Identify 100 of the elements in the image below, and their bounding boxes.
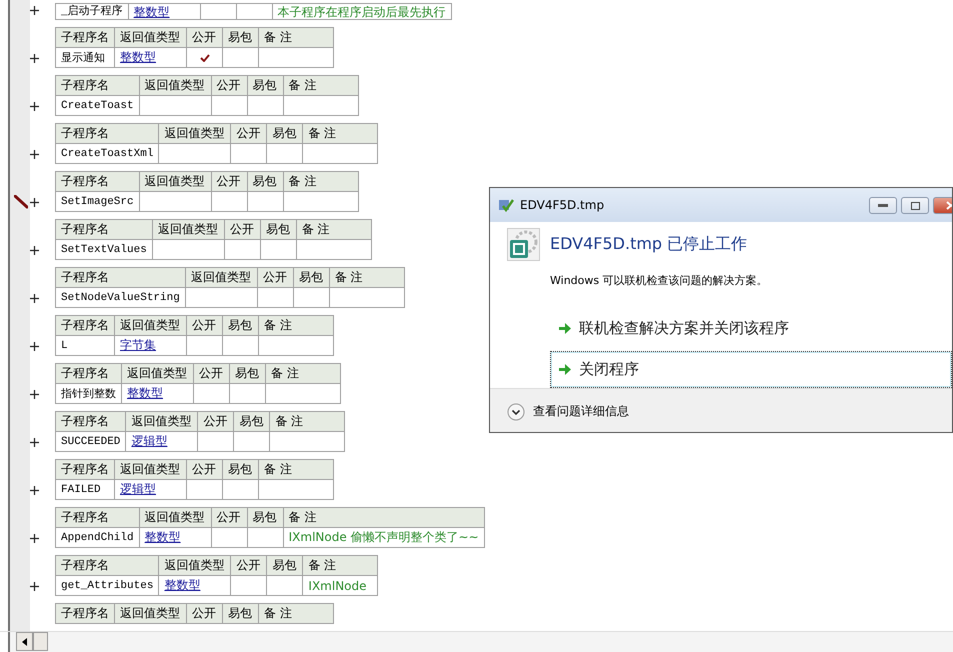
- column-header: 易包: [247, 172, 284, 192]
- scroll-left-button[interactable]: [16, 632, 33, 651]
- column-header: 返回值类型: [114, 28, 186, 48]
- column-header: 备 注: [266, 364, 340, 384]
- return-type[interactable]: 整数型: [128, 4, 200, 20]
- column-header: 返回值类型: [139, 172, 212, 192]
- app-icon: [507, 228, 540, 261]
- command-link[interactable]: 联机检查解决方案并关闭该程序: [550, 310, 952, 347]
- left-arrow-icon: [22, 638, 27, 646]
- return-type[interactable]: 逻辑型: [114, 480, 186, 500]
- minimize-button[interactable]: [869, 197, 897, 214]
- window-title: EDV4F5D.tmp: [520, 198, 606, 212]
- column-header: 备 注: [258, 604, 334, 624]
- expand-icon[interactable]: [30, 294, 39, 302]
- column-header: 公开: [186, 604, 222, 624]
- dialog-message: Windows 可以联机检查该问题的解决方案。: [550, 273, 769, 288]
- column-header: 公开: [211, 508, 248, 528]
- column-header: 备 注: [302, 124, 378, 144]
- expand-icon[interactable]: [30, 390, 39, 398]
- column-header: 公开: [230, 124, 267, 144]
- return-type[interactable]: 字节集: [114, 336, 186, 356]
- subroutine-name: SetImageSrc: [56, 192, 140, 212]
- column-header: 备 注: [283, 508, 484, 528]
- return-type[interactable]: 整数型: [114, 48, 186, 68]
- subroutine-name: _启动子程序: [56, 4, 128, 20]
- details-link[interactable]: 查看问题详细信息: [533, 403, 629, 420]
- return-type[interactable]: 整数型: [122, 384, 194, 404]
- column-header: 子程序名: [56, 268, 186, 288]
- return-type[interactable]: 整数型: [139, 528, 212, 548]
- expand-details-icon[interactable]: [507, 402, 525, 420]
- expand-icon[interactable]: [30, 246, 39, 254]
- column-header: 公开: [257, 268, 294, 288]
- column-header: 返回值类型: [139, 76, 212, 96]
- expand-icon[interactable]: [30, 342, 39, 350]
- command-link[interactable]: 关闭程序: [550, 351, 952, 388]
- column-header: 返回值类型: [158, 124, 231, 144]
- close-button[interactable]: [933, 197, 952, 214]
- expand-icon[interactable]: [30, 486, 39, 494]
- subroutine-name: FAILED: [56, 480, 114, 500]
- subroutine-name: L: [56, 336, 114, 356]
- column-header: 公开: [186, 316, 222, 336]
- column-header: 公开: [211, 172, 248, 192]
- column-header: 子程序名: [56, 316, 114, 336]
- maximize-button[interactable]: [901, 197, 929, 214]
- column-header: 易包: [230, 364, 266, 384]
- note-text: IXmlNode 偷懒不声明整个类了~~: [283, 528, 484, 548]
- column-header: 子程序名: [56, 556, 159, 576]
- column-header: 易包: [260, 220, 296, 240]
- arrow-icon: [559, 323, 571, 334]
- column-header: 子程序名: [56, 28, 114, 48]
- column-header: 易包: [222, 460, 258, 480]
- column-header: 易包: [266, 124, 303, 144]
- column-header: 返回值类型: [126, 412, 198, 432]
- check-icon: [200, 54, 210, 62]
- maximize-icon: [910, 202, 920, 210]
- column-header: 易包: [247, 76, 284, 96]
- subroutine-name: 指针到整数: [56, 384, 122, 404]
- minimize-icon: [878, 204, 888, 208]
- note-text: IXmlNode: [302, 576, 378, 596]
- column-header: 返回值类型: [139, 508, 212, 528]
- column-header: 易包: [222, 28, 258, 48]
- column-header: 子程序名: [56, 412, 126, 432]
- column-header: 易包: [247, 508, 284, 528]
- column-header: 返回值类型: [158, 556, 231, 576]
- column-header: 备 注: [258, 460, 334, 480]
- column-header: 子程序名: [56, 604, 114, 624]
- expand-icon[interactable]: [30, 534, 39, 542]
- return-type[interactable]: 整数型: [158, 576, 231, 596]
- column-header: 备 注: [258, 28, 334, 48]
- column-header: 易包: [222, 604, 258, 624]
- subroutine-name: AppendChild: [56, 528, 140, 548]
- expand-icon[interactable]: [30, 150, 39, 158]
- column-header: 子程序名: [56, 220, 152, 240]
- app-icon: [498, 197, 514, 213]
- column-header: 公开: [186, 460, 222, 480]
- column-header: 返回值类型: [122, 364, 194, 384]
- return-type[interactable]: 逻辑型: [126, 432, 198, 452]
- subroutine-name: 显示通知: [56, 48, 114, 68]
- expand-icon[interactable]: [30, 198, 39, 206]
- column-header: 备 注: [283, 76, 358, 96]
- column-header: 公开: [230, 556, 267, 576]
- note-text: 本子程序在程序启动后最先执行: [272, 4, 452, 20]
- column-header: 返回值类型: [185, 268, 258, 288]
- column-header: 返回值类型: [152, 220, 224, 240]
- column-header: 备 注: [296, 220, 372, 240]
- expand-icon[interactable]: [30, 102, 39, 110]
- expand-icon[interactable]: [30, 582, 39, 590]
- expand-icon[interactable]: [30, 6, 39, 14]
- column-header: 易包: [293, 268, 330, 288]
- subroutine-name: SetTextValues: [56, 240, 152, 260]
- scrollbar-thumb[interactable]: [33, 632, 48, 651]
- column-header: 备 注: [270, 412, 345, 432]
- subroutine-name: get_Attributes: [56, 576, 159, 596]
- column-header: 备 注: [283, 172, 358, 192]
- column-header: 公开: [186, 28, 222, 48]
- expand-icon[interactable]: [30, 438, 39, 446]
- expand-icon[interactable]: [30, 54, 39, 62]
- column-header: 备 注: [302, 556, 378, 576]
- dialog-heading: EDV4F5D.tmp 已停止工作: [550, 234, 748, 255]
- arrow-icon: [559, 364, 571, 375]
